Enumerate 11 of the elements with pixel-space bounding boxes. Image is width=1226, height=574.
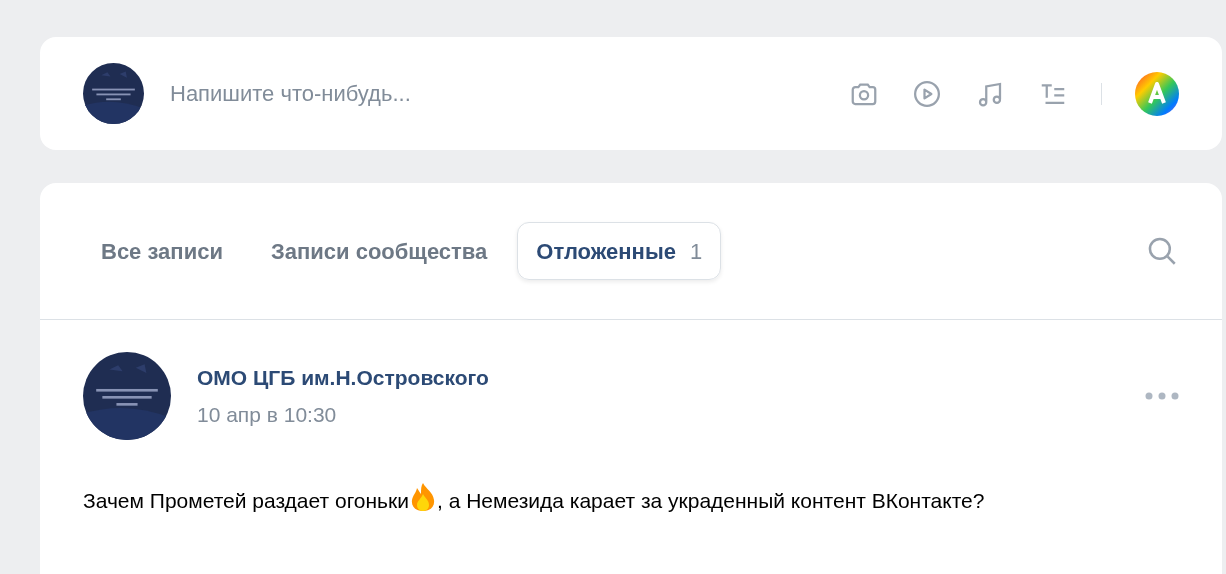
author-name[interactable]: ОМО ЦГБ им.Н.Островского (197, 361, 1145, 393)
post-text: , а Немезида карает за украденный контент ВКонтакте? (436, 489, 985, 512)
more-icon[interactable] (1145, 392, 1179, 400)
tab[interactable]: Все записи (83, 222, 241, 280)
post-text: Зачем Прометей раздает огоньки (83, 489, 409, 512)
play-icon[interactable] (912, 78, 942, 109)
colorful-a-icon[interactable] (1135, 71, 1179, 116)
post-input-field[interactable]: Напишите что-нибудь... (170, 77, 849, 110)
tab[interactable]: Записи сообщества (252, 222, 506, 280)
post-date[interactable]: 10 апр в 10:30 (197, 399, 1145, 431)
tab[interactable]: Отложенные 1 (517, 222, 722, 280)
